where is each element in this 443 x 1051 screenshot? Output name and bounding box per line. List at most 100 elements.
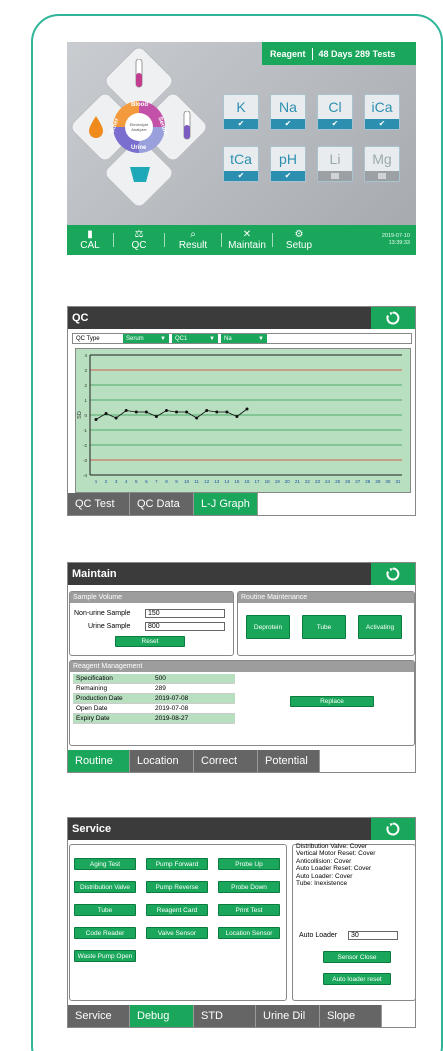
activating-button[interactable]: Activating — [358, 615, 402, 639]
qc-label: QC — [131, 240, 147, 251]
auto-loader-input[interactable]: 30 — [348, 931, 398, 940]
debug-button-waste-pump-open[interactable]: Waste Pump Open — [74, 950, 136, 962]
replace-button[interactable]: Replace — [290, 696, 374, 707]
x-tick-label: 8 — [165, 479, 168, 484]
nonurine-input[interactable]: 150 — [145, 609, 225, 618]
service-tab-service[interactable]: Service — [68, 1005, 130, 1027]
data-point — [215, 410, 219, 414]
reagent-status-bar[interactable]: Reagent 48 Days 289 Tests — [262, 42, 416, 65]
qc-tabs: QC Test QC Data L-J Graph — [68, 493, 258, 515]
test-tile-li[interactable]: Li — [317, 146, 353, 182]
service-tabs: Service Debug STD Urine Dil Slope — [68, 1005, 382, 1027]
qc-item-value: Na — [224, 335, 232, 342]
tile-label: iCa — [371, 99, 393, 115]
y-tick-label: 0 — [84, 413, 87, 418]
row-key: Remaining — [76, 685, 108, 692]
test-tile-k[interactable]: K ✔ — [223, 94, 259, 130]
row-key: Production Date — [76, 695, 123, 702]
x-tick-label: 23 — [315, 479, 321, 484]
service-header: Service — [68, 818, 415, 840]
x-tick-label: 30 — [385, 479, 391, 484]
debug-button-aging-test[interactable]: Aging Test — [74, 858, 136, 870]
service-tab-std[interactable]: STD — [194, 1005, 256, 1027]
reset-button[interactable]: Reset — [115, 636, 185, 647]
data-point — [235, 415, 239, 418]
y-tick-label: 2 — [84, 383, 87, 388]
debug-button-tube[interactable]: Tube — [74, 904, 136, 916]
debug-button-probe-up[interactable]: Probe Up — [218, 858, 280, 870]
refresh-button[interactable] — [371, 563, 415, 585]
data-point — [225, 410, 229, 414]
debug-button-location-sensor[interactable]: Location Sensor — [218, 927, 280, 939]
test-tile-tca[interactable]: tCa ✔ — [223, 146, 259, 182]
test-tile-ph[interactable]: pH ✔ — [270, 146, 306, 182]
qc-level-select[interactable]: QC1 ▼ — [172, 334, 218, 343]
service-tab-urine-dil[interactable]: Urine Dil — [256, 1005, 320, 1027]
refresh-button[interactable] — [371, 307, 415, 329]
sensor-close-button[interactable]: Sensor Close — [323, 951, 391, 963]
reagent-management-title: Reagent Management — [70, 661, 414, 672]
debug-button-probe-down[interactable]: Probe Down — [218, 881, 280, 893]
nonurine-label: Non-urine Sample — [74, 610, 131, 617]
service-tab-debug[interactable]: Debug — [130, 1005, 194, 1027]
debug-button-pump-forward[interactable]: Pump Forward — [146, 858, 208, 870]
x-tick-label: 17 — [255, 479, 261, 484]
auto-loader-reset-button[interactable]: Auto loader reset — [323, 973, 391, 985]
deprotein-button[interactable]: Deprotein — [246, 615, 290, 639]
maintain-tab-routine[interactable]: Routine — [68, 750, 130, 772]
refresh-button[interactable] — [371, 818, 415, 840]
status-line: Tube: Inexistence — [296, 880, 348, 888]
test-tile-na[interactable]: Na ✔ — [270, 94, 306, 130]
data-point — [164, 409, 168, 412]
setup-button[interactable]: ⚙ Setup — [273, 229, 325, 251]
table-row: Expiry Date 2019-08-27 — [73, 714, 235, 724]
x-tick-label: 29 — [375, 479, 381, 484]
urine-input[interactable]: 800 — [145, 622, 225, 631]
maintain-tab-correct[interactable]: Correct — [194, 750, 258, 772]
search-doc-icon: ⌕ — [190, 229, 196, 240]
qc-type-select[interactable]: Serum ▼ — [123, 334, 169, 343]
y-tick-label: 4 — [84, 353, 87, 358]
unchecked-box-icon — [318, 171, 352, 181]
debug-button-distribution-valve[interactable]: Distribution Valve — [74, 881, 136, 893]
test-tile-cl[interactable]: Cl ✔ — [317, 94, 353, 130]
debug-button-print-test[interactable]: Print Test — [218, 904, 280, 916]
y-tick-label: 3 — [84, 368, 87, 373]
sample-type-wheel: Electrolyte Analyzer Blood Serum Urine O… — [68, 44, 210, 215]
maintain-tab-potential[interactable]: Potential — [258, 750, 320, 772]
cal-button[interactable]: ▮ CAL — [67, 229, 113, 251]
x-tick-label: 24 — [325, 479, 331, 484]
test-tile-ica[interactable]: iCa ✔ — [364, 94, 400, 130]
data-point — [124, 409, 128, 412]
tube-button[interactable]: Tube — [302, 615, 346, 639]
status-line: Distribution Valve: Cover — [296, 843, 368, 850]
x-tick-label: 21 — [295, 479, 301, 484]
qc-tab-l-j-graph[interactable]: L-J Graph — [194, 493, 258, 515]
x-tick-label: 14 — [224, 479, 230, 484]
maintain-label: Maintain — [228, 240, 266, 251]
x-tick-label: 7 — [155, 479, 158, 484]
maintain-tab-location[interactable]: Location — [130, 750, 194, 772]
debug-button-reagent-card[interactable]: Reagent Card — [146, 904, 208, 916]
debug-button-code-reader[interactable]: Code Reader — [74, 927, 136, 939]
debug-button-pump-reverse[interactable]: Pump Reverse — [146, 881, 208, 893]
x-tick-label: 15 — [234, 479, 240, 484]
reagent-table: Specification 500 Remaining 289 Production D… — [73, 674, 235, 724]
maintain-button[interactable]: ✕ Maintain — [222, 229, 272, 251]
debug-button-valve-sensor[interactable]: Valve Sensor — [146, 927, 208, 939]
routine-maintenance-panel: Routine Maintenance Deprotein Tube Activ… — [237, 591, 415, 656]
qc-tab-qc-data[interactable]: QC Data — [130, 493, 194, 515]
refresh-icon — [386, 311, 400, 325]
x-tick-label: 2 — [105, 479, 108, 484]
blood-tube-icon — [135, 59, 143, 88]
data-point — [104, 412, 108, 415]
urine-label: Urine Sample — [88, 623, 131, 630]
qc-item-select[interactable]: Na ▼ — [221, 334, 267, 343]
qc-button[interactable]: ⚖ QC — [114, 229, 164, 251]
service-tab-slope[interactable]: Slope — [320, 1005, 382, 1027]
qc-tab-qc-test[interactable]: QC Test — [68, 493, 130, 515]
tile-label: K — [236, 99, 246, 115]
test-tile-mg[interactable]: Mg — [364, 146, 400, 182]
result-button[interactable]: ⌕ Result — [165, 229, 221, 251]
x-tick-label: 27 — [355, 479, 361, 484]
